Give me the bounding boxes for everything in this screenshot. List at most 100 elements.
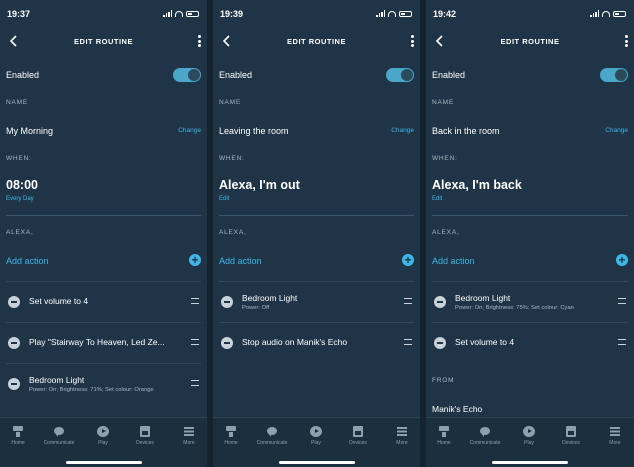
tab-communicate[interactable]: Communicate xyxy=(467,426,503,446)
edit-trigger-link[interactable]: Edit xyxy=(219,196,229,202)
action-item[interactable]: Set volume to 4 xyxy=(6,281,201,321)
status-time: 19:42 xyxy=(433,9,457,19)
change-name-link[interactable]: Change xyxy=(605,127,628,134)
trigger-time[interactable]: 08:00 xyxy=(6,178,38,192)
drag-handle-icon[interactable] xyxy=(618,339,626,345)
menu-icon xyxy=(609,426,621,437)
chat-bubble-icon xyxy=(266,426,278,437)
remove-icon[interactable] xyxy=(434,337,446,349)
add-icon[interactable]: + xyxy=(189,254,201,266)
remove-icon[interactable] xyxy=(8,337,20,349)
tab-devices[interactable]: Devices xyxy=(553,426,589,446)
add-action-label: Add action xyxy=(219,256,262,266)
routine-name: Leaving the room xyxy=(219,126,289,136)
when-section-label: WHEN: xyxy=(219,155,245,162)
drag-handle-icon[interactable] xyxy=(191,298,199,304)
action-item[interactable]: Bedroom Light Power: On; Brightness: 71%… xyxy=(6,363,201,403)
tab-communicate[interactable]: Communicate xyxy=(41,426,77,446)
tab-play[interactable]: Play xyxy=(511,426,547,446)
alexa-section-label: ALEXA, xyxy=(6,229,34,236)
action-title: Stop audio on Manik's Echo xyxy=(242,337,348,347)
routine-screen-back: 19:42 EDIT ROUTINE Enabled NAME Back in … xyxy=(426,0,634,467)
action-item[interactable]: Bedroom Light Power: Off xyxy=(219,281,414,321)
enabled-toggle[interactable] xyxy=(173,68,201,82)
enabled-toggle[interactable] xyxy=(386,68,414,82)
chat-bubble-icon xyxy=(53,426,65,437)
tab-devices[interactable]: Devices xyxy=(127,426,163,446)
more-options-icon[interactable] xyxy=(409,35,415,49)
routine-screen-leaving: 19:39 EDIT ROUTINE Enabled NAME Leaving … xyxy=(213,0,420,467)
status-time: 19:39 xyxy=(220,9,244,19)
play-icon xyxy=(310,426,322,437)
battery-icon xyxy=(399,10,412,17)
from-device[interactable]: Manik's Echo xyxy=(432,404,482,414)
status-icons xyxy=(590,10,626,17)
action-item[interactable]: Stop audio on Manik's Echo xyxy=(219,322,414,362)
name-section-label: NAME xyxy=(432,99,454,106)
edit-trigger-link[interactable]: Edit xyxy=(432,196,442,202)
tab-more[interactable]: More xyxy=(597,426,633,446)
home-icon xyxy=(225,426,237,437)
drag-handle-icon[interactable] xyxy=(191,339,199,345)
name-section-label: NAME xyxy=(6,99,28,106)
trigger-phrase[interactable]: Alexa, I'm back xyxy=(432,178,522,192)
bottom-tab-bar: Home Communicate Play Devices More xyxy=(426,417,634,467)
drag-handle-icon[interactable] xyxy=(404,298,412,304)
enabled-row: Enabled xyxy=(219,66,414,84)
add-action-row[interactable]: Add action + xyxy=(6,253,201,269)
tab-play[interactable]: Play xyxy=(85,426,121,446)
trigger-phrase[interactable]: Alexa, I'm out xyxy=(219,178,300,192)
tab-communicate[interactable]: Communicate xyxy=(254,426,290,446)
tab-home[interactable]: Home xyxy=(0,426,36,446)
enabled-label: Enabled xyxy=(432,70,466,80)
tab-play[interactable]: Play xyxy=(298,426,334,446)
routine-name-row: Leaving the room Change xyxy=(219,124,414,138)
battery-icon xyxy=(613,10,626,17)
action-item[interactable]: Set volume to 4 xyxy=(432,322,628,362)
action-item[interactable]: Play "Stairway To Heaven, Led Ze... xyxy=(6,322,201,362)
divider xyxy=(219,215,414,216)
battery-icon xyxy=(186,10,199,17)
action-item[interactable]: Bedroom Light Power: On; Brightness: 75%… xyxy=(432,281,628,321)
add-action-label: Add action xyxy=(432,256,475,266)
home-icon xyxy=(438,426,450,437)
add-action-row[interactable]: Add action + xyxy=(219,253,414,269)
status-icons xyxy=(376,10,412,17)
add-action-row[interactable]: Add action + xyxy=(432,253,628,269)
add-icon[interactable]: + xyxy=(616,254,628,266)
more-options-icon[interactable] xyxy=(196,35,202,49)
bottom-tab-bar: Home Communicate Play Devices More xyxy=(0,417,207,467)
drag-handle-icon[interactable] xyxy=(404,339,412,345)
routine-name: Back in the room xyxy=(432,126,500,136)
remove-icon[interactable] xyxy=(8,378,20,390)
tab-more[interactable]: More xyxy=(171,426,207,446)
drag-handle-icon[interactable] xyxy=(191,380,199,386)
wifi-icon xyxy=(602,10,610,17)
action-title: Bedroom Light xyxy=(29,375,85,385)
action-title: Bedroom Light xyxy=(242,293,298,303)
enabled-toggle[interactable] xyxy=(600,68,628,82)
tab-home[interactable]: Home xyxy=(213,426,249,446)
tab-devices[interactable]: Devices xyxy=(340,426,376,446)
tab-home[interactable]: Home xyxy=(426,426,462,446)
change-name-link[interactable]: Change xyxy=(178,127,201,134)
drag-handle-icon[interactable] xyxy=(618,298,626,304)
add-icon[interactable]: + xyxy=(402,254,414,266)
tab-more[interactable]: More xyxy=(384,426,420,446)
play-icon xyxy=(523,426,535,437)
routine-name-row: Back in the room Change xyxy=(432,124,628,138)
remove-icon[interactable] xyxy=(434,296,446,308)
enabled-label: Enabled xyxy=(6,70,40,80)
remove-icon[interactable] xyxy=(221,337,233,349)
trigger-recurrence[interactable]: Every Day xyxy=(6,196,34,202)
devices-icon xyxy=(352,426,364,437)
remove-icon[interactable] xyxy=(8,296,20,308)
more-options-icon[interactable] xyxy=(623,35,629,49)
change-name-link[interactable]: Change xyxy=(391,127,414,134)
wifi-icon xyxy=(175,10,183,17)
remove-icon[interactable] xyxy=(221,296,233,308)
divider xyxy=(6,215,201,216)
wifi-icon xyxy=(388,10,396,17)
menu-icon xyxy=(183,426,195,437)
status-time: 19:37 xyxy=(7,9,31,19)
